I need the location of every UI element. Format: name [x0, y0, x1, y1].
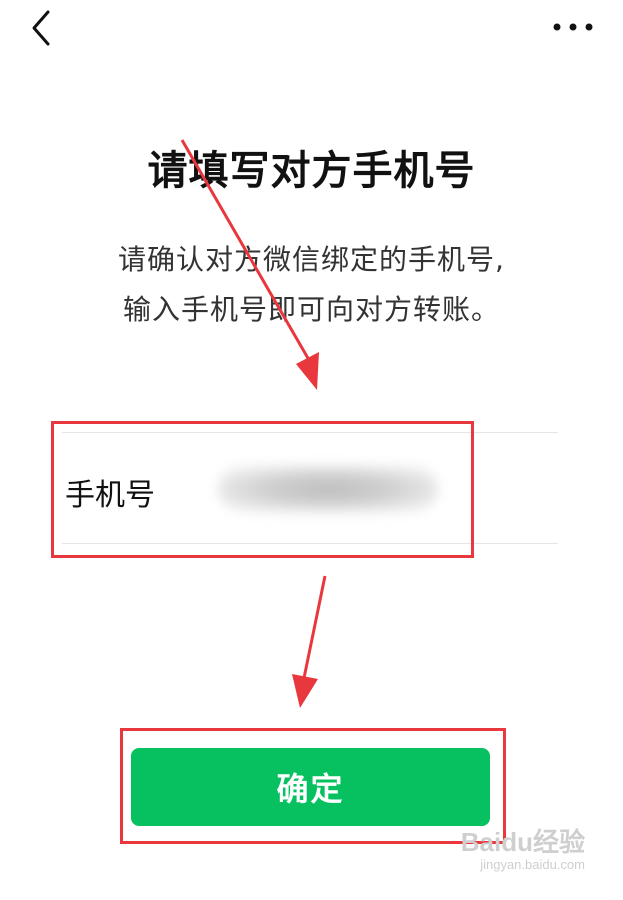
back-button[interactable]: [22, 8, 62, 48]
baidu-watermark: Baidu经验 jingyan.baidu.com: [461, 822, 585, 872]
watermark-logo: Baidu经验: [460, 827, 585, 857]
more-button[interactable]: [551, 12, 595, 42]
input-highlight-box: [51, 421, 474, 558]
transfer-phone-page: 请填写对方手机号 请确认对方微信绑定的手机号, 输入手机号即可向对方转账。 手机…: [0, 0, 623, 900]
chevron-left-icon: [32, 10, 50, 46]
instruction-line-2: 输入手机号即可向对方转账。: [122, 293, 500, 326]
watermark-url: jingyan.baidu.com: [480, 857, 585, 872]
arrow-to-button: [292, 575, 327, 708]
instruction-line-1: 请确认对方微信绑定的手机号,: [118, 243, 505, 276]
button-highlight-box: [120, 728, 506, 844]
more-dots-icon: [553, 23, 593, 31]
page-title: 请填写对方手机号: [147, 148, 476, 194]
